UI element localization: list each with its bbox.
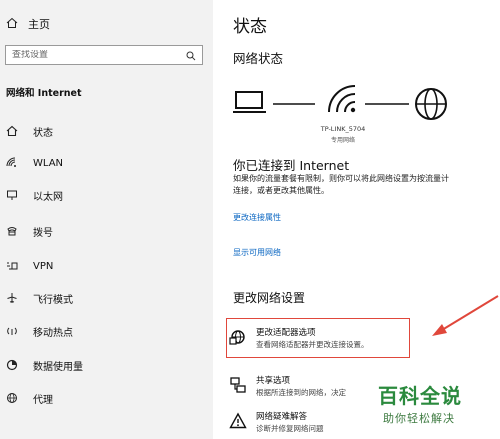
- home-icon: [6, 17, 18, 32]
- sidebar-item-vpn[interactable]: VPN: [5, 256, 205, 276]
- connected-desc-line2: 连接，或者更改其他属性。: [233, 186, 329, 195]
- watermark-sub: 助你轻松解决: [383, 412, 455, 425]
- sidebar-item-label: WLAN: [33, 157, 64, 169]
- data-usage-icon: [5, 358, 19, 372]
- watermark: 百科全说 助你轻松解决: [375, 378, 500, 439]
- wifi-signal-icon: [328, 85, 356, 113]
- home-status-icon: [5, 124, 19, 138]
- sidebar-item-proxy[interactable]: 代理: [5, 388, 205, 408]
- search-icon[interactable]: [186, 46, 196, 65]
- sidebar-item-label: 以太网: [33, 191, 63, 203]
- network-ssid: TP-LINK_5704: [320, 125, 366, 133]
- dialup-icon: [5, 224, 19, 238]
- sidebar-item-ethernet[interactable]: 以太网: [5, 185, 205, 205]
- ethernet-icon: [5, 188, 19, 202]
- change-network-settings-title: 更改网络设置: [233, 291, 306, 305]
- sidebar-item-label: 飞行模式: [33, 294, 73, 306]
- annotation-arrow-icon: [432, 295, 499, 336]
- sharing-icon: [228, 375, 248, 395]
- sidebar-item-data-usage[interactable]: 数据使用量: [5, 355, 205, 375]
- network-type: 专用网络: [330, 137, 355, 144]
- option-description: 根据所连接到的网络，决定: [256, 388, 346, 397]
- show-available-networks-link[interactable]: 显示可用网络: [233, 247, 281, 258]
- page-title: 状态: [233, 17, 267, 37]
- vpn-icon: [5, 259, 19, 273]
- connected-desc-line1: 如果你的流量套餐有限制，则你可以将此网络设置为按流量计: [233, 174, 449, 183]
- sidebar-item-label: VPN: [33, 260, 54, 272]
- search-box[interactable]: [5, 45, 203, 65]
- sidebar-item-label: 移动热点: [33, 327, 73, 339]
- watermark-main: 百科全说: [378, 384, 462, 408]
- sidebar-item-label: 代理: [33, 394, 53, 406]
- sidebar-item-label: 数据使用量: [33, 361, 83, 373]
- internet-globe-icon: [415, 88, 447, 120]
- option-description: 查看网络适配器并更改连接设置。: [256, 340, 369, 349]
- option-title: 共享选项: [256, 376, 291, 386]
- home-label: 主页: [28, 18, 50, 31]
- warning-icon: [228, 411, 248, 431]
- sidebar-item-airplane[interactable]: 飞行模式: [5, 288, 205, 308]
- adapter-icon: [228, 327, 248, 347]
- wifi-icon: [5, 156, 19, 170]
- sidebar-item-label: 状态: [33, 127, 53, 139]
- sidebar-item-dialup[interactable]: 拨号: [5, 221, 205, 241]
- sidebar: 主页 网络和 Internet 状态 WLAN 以太网 拨号 V: [0, 0, 213, 439]
- laptop-icon: [233, 91, 266, 113]
- option-title: 网络疑难解答: [256, 412, 308, 422]
- network-status-title: 网络状态: [233, 51, 284, 66]
- option-title: 更改适配器选项: [256, 328, 316, 338]
- connected-description: 如果你的流量套餐有限制，则你可以将此网络设置为按流量计 连接，或者更改其他属性。: [233, 173, 500, 197]
- sidebar-item-wlan[interactable]: WLAN: [5, 153, 205, 173]
- hotspot-icon: [5, 324, 19, 338]
- globe-icon: [5, 391, 19, 405]
- sidebar-section-title: 网络和 Internet: [6, 88, 82, 99]
- main-content: 状态 网络状态 TP-LINK_5704 专用网络 你已连接到 Internet…: [213, 0, 500, 439]
- change-connection-properties-link[interactable]: 更改连接属性: [233, 212, 281, 223]
- connected-title: 你已连接到 Internet: [233, 158, 350, 173]
- home-nav-item[interactable]: 主页: [6, 14, 50, 34]
- sidebar-item-hotspot[interactable]: 移动热点: [5, 321, 205, 341]
- sidebar-item-label: 拨号: [33, 227, 53, 239]
- search-input[interactable]: [12, 50, 172, 60]
- airplane-icon: [5, 291, 19, 305]
- option-description: 诊断并修复网络问题: [256, 424, 324, 433]
- sidebar-item-status[interactable]: 状态: [5, 121, 205, 141]
